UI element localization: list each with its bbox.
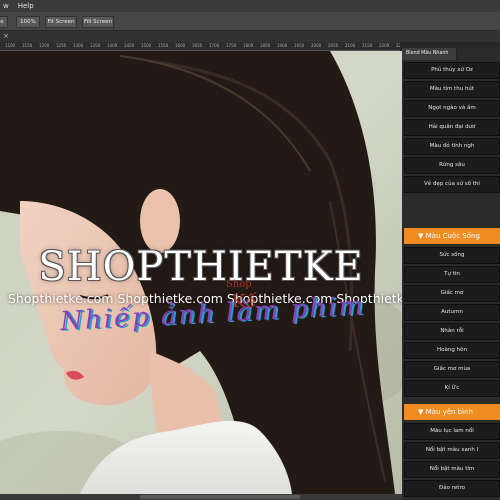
svg-text:Kế: Kế: [232, 291, 257, 312]
ruler-tick: 1350: [90, 43, 101, 48]
ruler-tick: 1750: [226, 43, 237, 48]
svg-text:Shop: Shop: [226, 279, 252, 290]
ruler-tick: 2000: [311, 43, 322, 48]
document-tab-bar: ×: [0, 31, 500, 42]
scrollbar-thumb[interactable]: [140, 495, 300, 499]
preset-button[interactable]: Giấc mơ mùa: [404, 361, 500, 378]
preset-button[interactable]: Đảo retro: [404, 480, 500, 497]
ruler-tick: 1900: [277, 43, 288, 48]
ruler-tick: 1950: [294, 43, 305, 48]
ruler-tick: 2100: [345, 43, 356, 48]
preset-button[interactable]: Nhàn rỗi: [404, 323, 500, 340]
preset-button[interactable]: Nổi bật màu xanh l: [404, 442, 500, 459]
section-header-life[interactable]: ▼ Màu Cuộc Sống: [404, 228, 500, 244]
ruler-tick: 1400: [107, 43, 118, 48]
menu-bar: w Help: [0, 0, 500, 12]
options-bar: e 100% Fit Screen Fill Screen: [0, 12, 500, 31]
ruler-tick: 1700: [209, 43, 220, 48]
preset-button[interactable]: Tự tin: [404, 266, 500, 283]
preset-button[interactable]: Màu lục lam nổi: [404, 423, 500, 440]
horizontal-ruler: 1100 1150 1200 1250 1300 1350 1400 1450 …: [0, 42, 400, 51]
ruler-tick: 1600: [175, 43, 186, 48]
options-partial-button[interactable]: e: [0, 16, 8, 28]
ruler-tick: 1100: [5, 43, 16, 48]
ruler-tick: 2250: [396, 43, 400, 48]
preset-button[interactable]: Màu đỏ tĩnh ngh: [404, 138, 500, 155]
close-icon[interactable]: ×: [3, 32, 9, 40]
preset-button[interactable]: Giấc mơ: [404, 285, 500, 302]
ruler-tick: 2200: [379, 43, 390, 48]
preset-button[interactable]: Rừng sâu: [404, 157, 500, 174]
ruler-tick: 1250: [56, 43, 67, 48]
ruler-tick: 1450: [124, 43, 135, 48]
panel-tab-blend[interactable]: Blend Màu Nhanh: [402, 48, 457, 60]
ruler-tick: 1550: [158, 43, 169, 48]
preset-button[interactable]: Màu tím thu hút: [404, 81, 500, 98]
preset-button[interactable]: Nổi bật màu tím: [404, 461, 500, 478]
section-header-peaceful[interactable]: ▼ Màu yên bình: [404, 404, 500, 420]
ruler-tick: 1800: [243, 43, 254, 48]
watermark-title: SHOPTHIETKE: [38, 244, 364, 290]
ruler-tick: 2150: [362, 43, 373, 48]
preset-button[interactable]: Phủ thủy xứ Oz: [404, 62, 500, 79]
ruler-tick: 1200: [39, 43, 50, 48]
zoom-100-button[interactable]: 100%: [16, 16, 40, 28]
ruler-tick: 1150: [22, 43, 33, 48]
fill-screen-button[interactable]: Fill Screen: [82, 16, 114, 28]
preset-button[interactable]: Vẻ đẹp của sứ số thi: [404, 176, 500, 193]
blend-panel: Blend Màu Nhanh Phủ thủy xứ Oz Màu tím t…: [402, 48, 500, 500]
shop-stamp-logo: Shop Kế: [226, 279, 257, 312]
menu-item-help[interactable]: Help: [15, 2, 40, 10]
fit-screen-button[interactable]: Fit Screen: [45, 16, 77, 28]
preset-button[interactable]: Hoàng hôn: [404, 342, 500, 359]
preset-button[interactable]: Kí Ức: [404, 380, 500, 397]
preset-button[interactable]: Autumn: [404, 304, 500, 321]
ruler-tick: 2050: [328, 43, 339, 48]
menu-item-window[interactable]: w: [0, 2, 15, 10]
ruler-tick: 1300: [73, 43, 84, 48]
document-canvas[interactable]: SHOPTHIETKE Shopthietke.com Shopthietke.…: [0, 51, 402, 494]
preset-button[interactable]: Sức sống: [404, 247, 500, 264]
preset-button[interactable]: Ngọt ngào và ấm: [404, 100, 500, 117]
horizontal-scrollbar[interactable]: [0, 494, 402, 500]
ruler-tick: 1650: [192, 43, 203, 48]
ruler-tick: 1850: [260, 43, 271, 48]
preset-button[interactable]: Hải quân đại dươ: [404, 119, 500, 136]
ruler-tick: 1500: [141, 43, 152, 48]
